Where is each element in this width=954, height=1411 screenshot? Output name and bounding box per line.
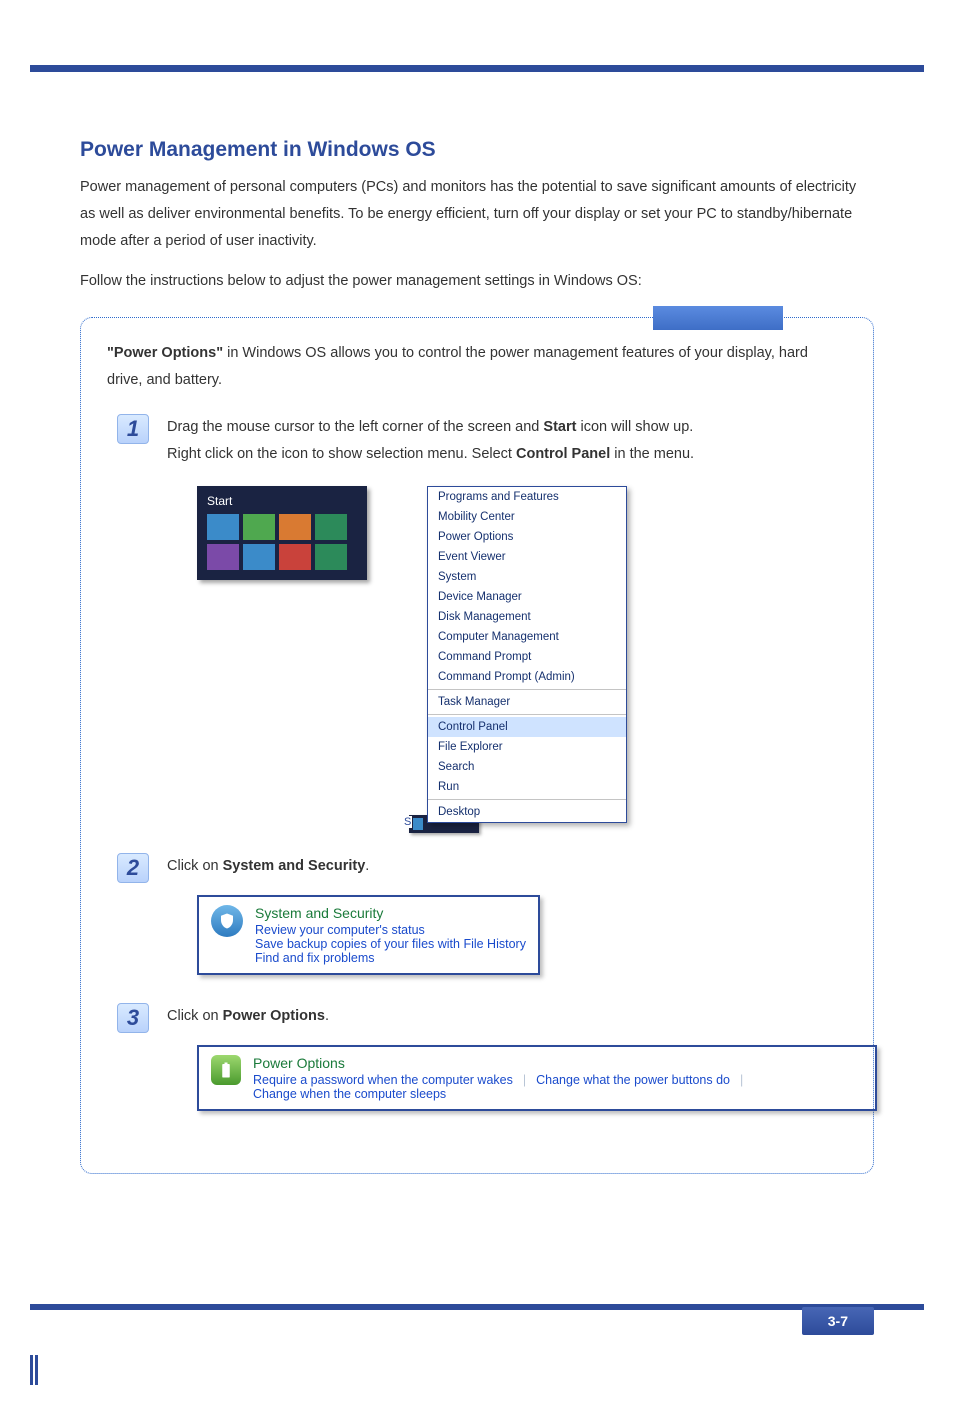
s3-bold: Power Options xyxy=(223,1008,325,1024)
menu-item[interactable]: File Explorer xyxy=(428,737,626,757)
step-1: 1 Drag the mouse cursor to the left corn… xyxy=(107,414,847,468)
menu-item[interactable]: Search xyxy=(428,757,626,777)
step-badge-2: 2 xyxy=(117,853,149,883)
step-badge-1: 1 xyxy=(117,414,149,444)
menu-item[interactable]: Run xyxy=(428,777,626,797)
tile-icon xyxy=(243,544,275,570)
tile-icon xyxy=(279,514,311,540)
s3-post: . xyxy=(325,1008,329,1024)
menu-item[interactable]: Event Viewer xyxy=(428,547,626,567)
step-1-figure: Start S xyxy=(197,486,847,823)
tile-icon xyxy=(207,514,239,540)
step-3: 3 Click on Power Options. xyxy=(107,1003,847,1033)
instruction-box: "Power Options" in Windows OS allows you… xyxy=(80,317,874,1173)
tile-icon xyxy=(279,544,311,570)
follow-instructions-line: Follow the instructions below to adjust … xyxy=(80,268,874,295)
step-2-text: Click on System and Security. xyxy=(167,853,369,880)
step-1-text: Drag the mouse cursor to the left corner… xyxy=(167,414,694,468)
step-badge-3: 3 xyxy=(117,1003,149,1033)
winx-context-menu: Programs and Features Mobility Center Po… xyxy=(427,486,627,823)
power-options-bold: "Power Options" xyxy=(107,345,223,361)
page-number: 3-7 xyxy=(802,1307,874,1335)
separator-icon: | xyxy=(740,1073,743,1087)
step-2: 2 Click on System and Security. xyxy=(107,853,847,883)
s2-pre: Click on xyxy=(167,858,223,874)
pwr-panel-title[interactable]: Power Options xyxy=(253,1055,743,1071)
sys-link-3[interactable]: Find and fix problems xyxy=(255,951,526,965)
tile-icon xyxy=(315,514,347,540)
s1-t2c: in the menu. xyxy=(610,446,694,462)
battery-icon xyxy=(211,1055,241,1085)
separator-icon: | xyxy=(523,1073,526,1087)
s1-t2a: Right click on the icon to show selectio… xyxy=(167,446,516,462)
tile-icon xyxy=(207,544,239,570)
menu-item[interactable]: Command Prompt xyxy=(428,647,626,667)
s2-bold: System and Security xyxy=(223,858,366,874)
start-label: Start xyxy=(207,494,357,508)
tile-icon xyxy=(243,514,275,540)
intro-paragraph: Power management of personal computers (… xyxy=(80,174,874,254)
s1-start-bold: Start xyxy=(543,419,576,435)
blue-tab-decor xyxy=(653,306,783,330)
power-options-panel: Power Options Require a password when th… xyxy=(197,1045,877,1111)
menu-item[interactable]: Computer Management xyxy=(428,627,626,647)
menu-item[interactable]: Desktop xyxy=(428,802,626,822)
system-security-panel: System and Security Review your computer… xyxy=(197,895,540,975)
menu-item[interactable]: Command Prompt (Admin) xyxy=(428,667,626,687)
sys-link-2[interactable]: Save backup copies of your files with Fi… xyxy=(255,937,526,951)
pwr-link-2[interactable]: Change what the power buttons do xyxy=(536,1073,730,1087)
pwr-link-3[interactable]: Change when the computer sleeps xyxy=(253,1087,743,1101)
menu-item[interactable]: Mobility Center xyxy=(428,507,626,527)
tile-icon xyxy=(315,544,347,570)
menu-item[interactable]: Power Options xyxy=(428,527,626,547)
top-rule xyxy=(30,65,924,72)
start-screen-thumb: Start xyxy=(197,486,367,580)
menu-item[interactable]: System xyxy=(428,567,626,587)
bottom-decor-lines xyxy=(30,1355,954,1385)
pwr-link-1[interactable]: Require a password when the computer wak… xyxy=(253,1073,513,1087)
shield-icon xyxy=(211,905,243,937)
menu-item[interactable]: Device Manager xyxy=(428,587,626,607)
box-intro: "Power Options" in Windows OS allows you… xyxy=(107,340,847,394)
s1-t1c: icon will show up. xyxy=(576,419,693,435)
s2-post: . xyxy=(365,858,369,874)
sys-panel-title[interactable]: System and Security xyxy=(255,905,526,921)
section-title: Power Management in Windows OS xyxy=(80,138,874,162)
menu-item[interactable]: Programs and Features xyxy=(428,487,626,507)
s3-pre: Click on xyxy=(167,1008,223,1024)
menu-item[interactable]: Disk Management xyxy=(428,607,626,627)
menu-item-control-panel[interactable]: Control Panel xyxy=(428,717,626,737)
step-3-text: Click on Power Options. xyxy=(167,1003,329,1030)
s1-t1a: Drag the mouse cursor to the left corner… xyxy=(167,419,543,435)
sys-link-1[interactable]: Review your computer's status xyxy=(255,923,526,937)
menu-item[interactable]: Task Manager xyxy=(428,692,626,712)
s-glyph: S xyxy=(403,816,412,828)
s1-cp-bold: Control Panel xyxy=(516,446,610,462)
